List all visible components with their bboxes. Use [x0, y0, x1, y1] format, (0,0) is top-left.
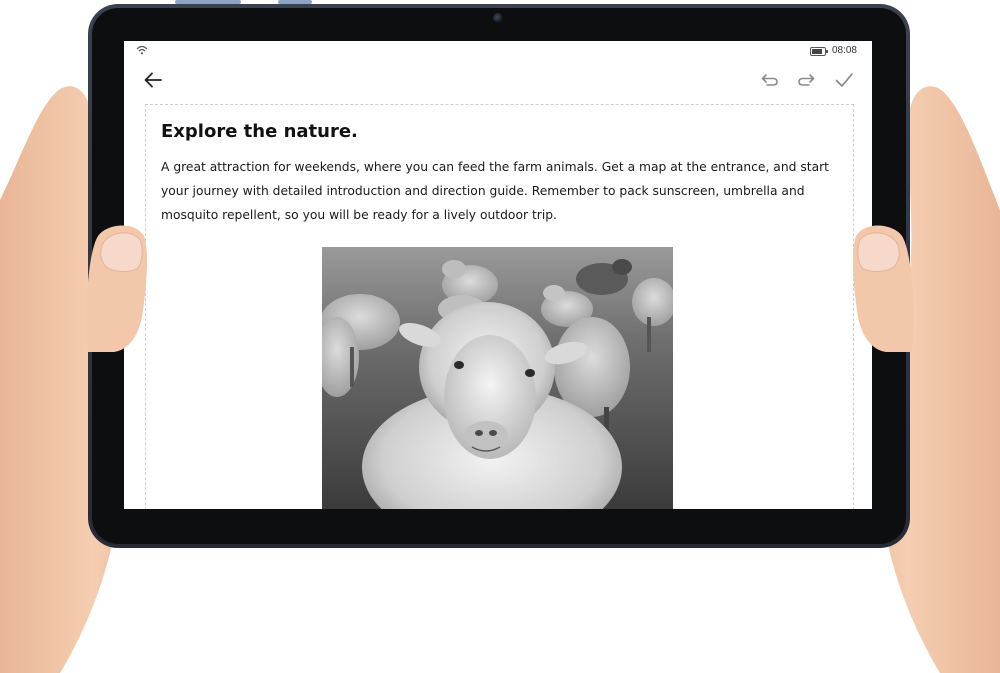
- tablet-screen: 08:08 Explore the nature. A great attrac…: [124, 41, 872, 509]
- battery-icon: [810, 47, 828, 56]
- note-body[interactable]: A great attraction for weekends, where y…: [161, 155, 841, 227]
- status-time: 08:08: [831, 45, 857, 56]
- redo-icon[interactable]: [795, 69, 817, 91]
- note-editor[interactable]: Explore the nature. A great attraction f…: [145, 104, 854, 509]
- check-icon[interactable]: [833, 69, 855, 91]
- product-scene: 08:08 Explore the nature. A great attrac…: [0, 0, 1000, 673]
- editor-toolbar: [124, 63, 872, 99]
- wifi-icon: [136, 45, 148, 55]
- back-arrow-icon[interactable]: [142, 69, 164, 91]
- undo-icon[interactable]: [759, 69, 781, 91]
- right-thumb: [852, 225, 914, 352]
- volume-button: [175, 0, 241, 4]
- sheep-photo[interactable]: [322, 247, 673, 509]
- battery-level: [812, 49, 822, 54]
- power-button: [278, 0, 312, 4]
- left-thumb: [86, 225, 148, 352]
- status-bar: 08:08: [124, 41, 872, 61]
- note-title[interactable]: Explore the nature.: [161, 121, 358, 142]
- front-camera: [493, 13, 503, 23]
